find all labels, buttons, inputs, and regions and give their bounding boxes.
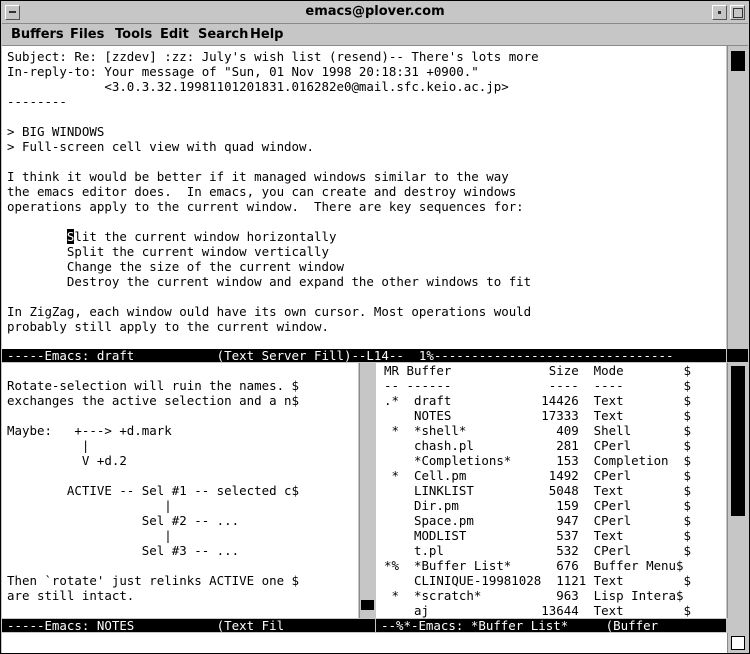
buffer-list-line: CLINIQUE-19981028 1121 Text $ <box>384 573 692 588</box>
draft-line: In ZigZag, each window ould have its own… <box>7 304 532 319</box>
buffer-list-line: *% *Buffer List* 676 Buffer Menu$ <box>384 558 684 573</box>
draft-line: > BIG WINDOWS <box>7 124 105 139</box>
menu-search[interactable]: Search <box>198 27 248 42</box>
menu-tools[interactable]: Tools <box>115 27 152 42</box>
notes-line: exchanges the active selection and a n$ <box>7 393 300 408</box>
buffer-list-text[interactable]: MR Buffer Size Mode $ -- ------ ---- ---… <box>376 363 726 618</box>
notes-line: Maybe: +---> +d.mark <box>7 423 172 438</box>
draft-line: operations apply to the current window. … <box>7 199 524 214</box>
notes-scrollbar[interactable] <box>359 363 376 618</box>
buffer-list-line: Space.pm 947 CPerl $ <box>384 513 692 528</box>
notes-line: | <box>7 528 172 543</box>
draft-line: <3.0.3.32.19981101201831.016282e0@mail.s… <box>7 79 509 94</box>
notes-line: | <box>7 498 172 513</box>
modeline-buffer-list[interactable]: --%*-Emacs: *Buffer List* (Buffer <box>376 619 726 632</box>
draft-line: Split the current window horizontally <box>66 229 337 244</box>
buffer-list-line: Dir.pm 159 CPerl $ <box>384 498 692 513</box>
notes-line: ACTIVE -- Sel #1 -- selected c$ <box>7 483 300 498</box>
draft-line: -------- <box>7 94 67 109</box>
draft-line: Split the current window vertically <box>7 244 329 259</box>
buffer-list-line: * Cell.pm 1492 CPerl $ <box>384 468 692 483</box>
text-cursor: S <box>66 229 75 244</box>
menu-files[interactable]: Files <box>70 27 104 42</box>
notes-line: Sel #2 -- ... <box>7 513 240 528</box>
draft-line: In-reply-to: Your message of "Sun, 01 No… <box>7 64 479 79</box>
draft-line: Destroy the current window and expand th… <box>7 274 532 289</box>
minibuffer-scroll-box <box>731 636 745 650</box>
draft-line: I think it would be better if it managed… <box>7 169 509 184</box>
buffer-list-line: MR Buffer Size Mode $ <box>384 363 692 378</box>
draft-line: probably still apply to the current wind… <box>7 319 329 334</box>
notes-buffer-text[interactable]: Rotate-selection will ruin the names. $ … <box>2 363 358 618</box>
buffer-list-line: MODLIST 537 Text $ <box>384 528 692 543</box>
draft-line: Change the size of the current window <box>7 259 344 274</box>
buffer-list-line: LINKLIST 5048 Text $ <box>384 483 692 498</box>
modeline-notes-text: -----Emacs: NOTES (Text Fil <box>7 619 285 632</box>
menu-bar: Buffers Files Tools Edit Search Help <box>2 24 748 46</box>
modeline-notes[interactable]: -----Emacs: NOTES (Text Fil <box>2 619 375 632</box>
buffer-list-line: NOTES 17333 Text $ <box>384 408 692 423</box>
menu-help[interactable]: Help <box>250 27 283 42</box>
modeline-buffer-list-text: --%*-Emacs: *Buffer List* (Buffer <box>381 619 659 632</box>
notes-line: Sel #3 -- ... <box>7 543 240 558</box>
top-scrollbar-thumb[interactable] <box>731 51 745 71</box>
modeline-draft-text: -----Emacs: draft (Text Server Fill)--L1… <box>7 349 674 362</box>
menu-edit[interactable]: Edit <box>160 27 189 42</box>
minibuffer-scrollbar[interactable] <box>727 633 749 653</box>
draft-buffer-content: Subject: Re: [zzdev] :zz: July's wish li… <box>7 49 539 334</box>
draft-line: the emacs editor does. In emacs, you can… <box>7 184 517 199</box>
maximize-button[interactable] <box>730 5 745 20</box>
title-bar[interactable]: emacs@plover.com <box>2 2 748 24</box>
buffer-list-line: *Completions* 153 Completion $ <box>384 453 692 468</box>
buffer-list-scrollbar[interactable] <box>727 363 749 618</box>
draft-line: > Full-screen cell view with quad window… <box>7 139 315 154</box>
buffer-list-line: aj 13644 Text $ <box>384 603 692 618</box>
menu-buffers[interactable]: Buffers <box>11 27 64 42</box>
buffer-list-line: * *scratch* 963 Lisp Intera$ <box>384 588 684 603</box>
maximize-icon <box>733 8 743 18</box>
draft-line: Subject: Re: [zzdev] :zz: July's wish li… <box>7 49 539 64</box>
modeline-draft-tail <box>727 349 748 362</box>
notes-scrollbar-thumb[interactable] <box>361 600 374 610</box>
modeline-draft[interactable]: -----Emacs: draft (Text Server Fill)--L1… <box>2 349 726 362</box>
notes-line: Rotate-selection will ruin the names. $ <box>7 378 300 393</box>
notes-line: Then `rotate' just relinks ACTIVE one $ <box>7 573 300 588</box>
buffer-list-line: .* draft 14426 Text $ <box>384 393 692 408</box>
minimize-icon <box>718 11 721 14</box>
buffer-list-line: * *shell* 409 Shell $ <box>384 423 692 438</box>
emacs-window: emacs@plover.com Buffers Files Tools Edi… <box>0 0 750 654</box>
draft-buffer-text[interactable]: Subject: Re: [zzdev] :zz: July's wish li… <box>2 46 726 349</box>
notes-line: are still intact. <box>7 588 135 603</box>
notes-line: V +d.2 <box>7 453 127 468</box>
window-title: emacs@plover.com <box>305 4 445 19</box>
buffer-list-content: MR Buffer Size Mode $ -- ------ ---- ---… <box>384 363 691 618</box>
minimize-button[interactable] <box>712 5 727 20</box>
top-scrollbar[interactable] <box>727 46 749 349</box>
buffer-list-scrollbar-thumb[interactable] <box>731 366 745 516</box>
buffer-list-line: -- ------ ---- ---- $ <box>384 378 692 393</box>
notes-line: | <box>7 438 90 453</box>
minibuffer[interactable] <box>2 633 748 653</box>
buffer-list-line: chash.pl 281 CPerl $ <box>384 438 692 453</box>
buffer-list-line: t.pl 532 CPerl $ <box>384 543 692 558</box>
notes-buffer-content: Rotate-selection will ruin the names. $ … <box>7 378 299 603</box>
